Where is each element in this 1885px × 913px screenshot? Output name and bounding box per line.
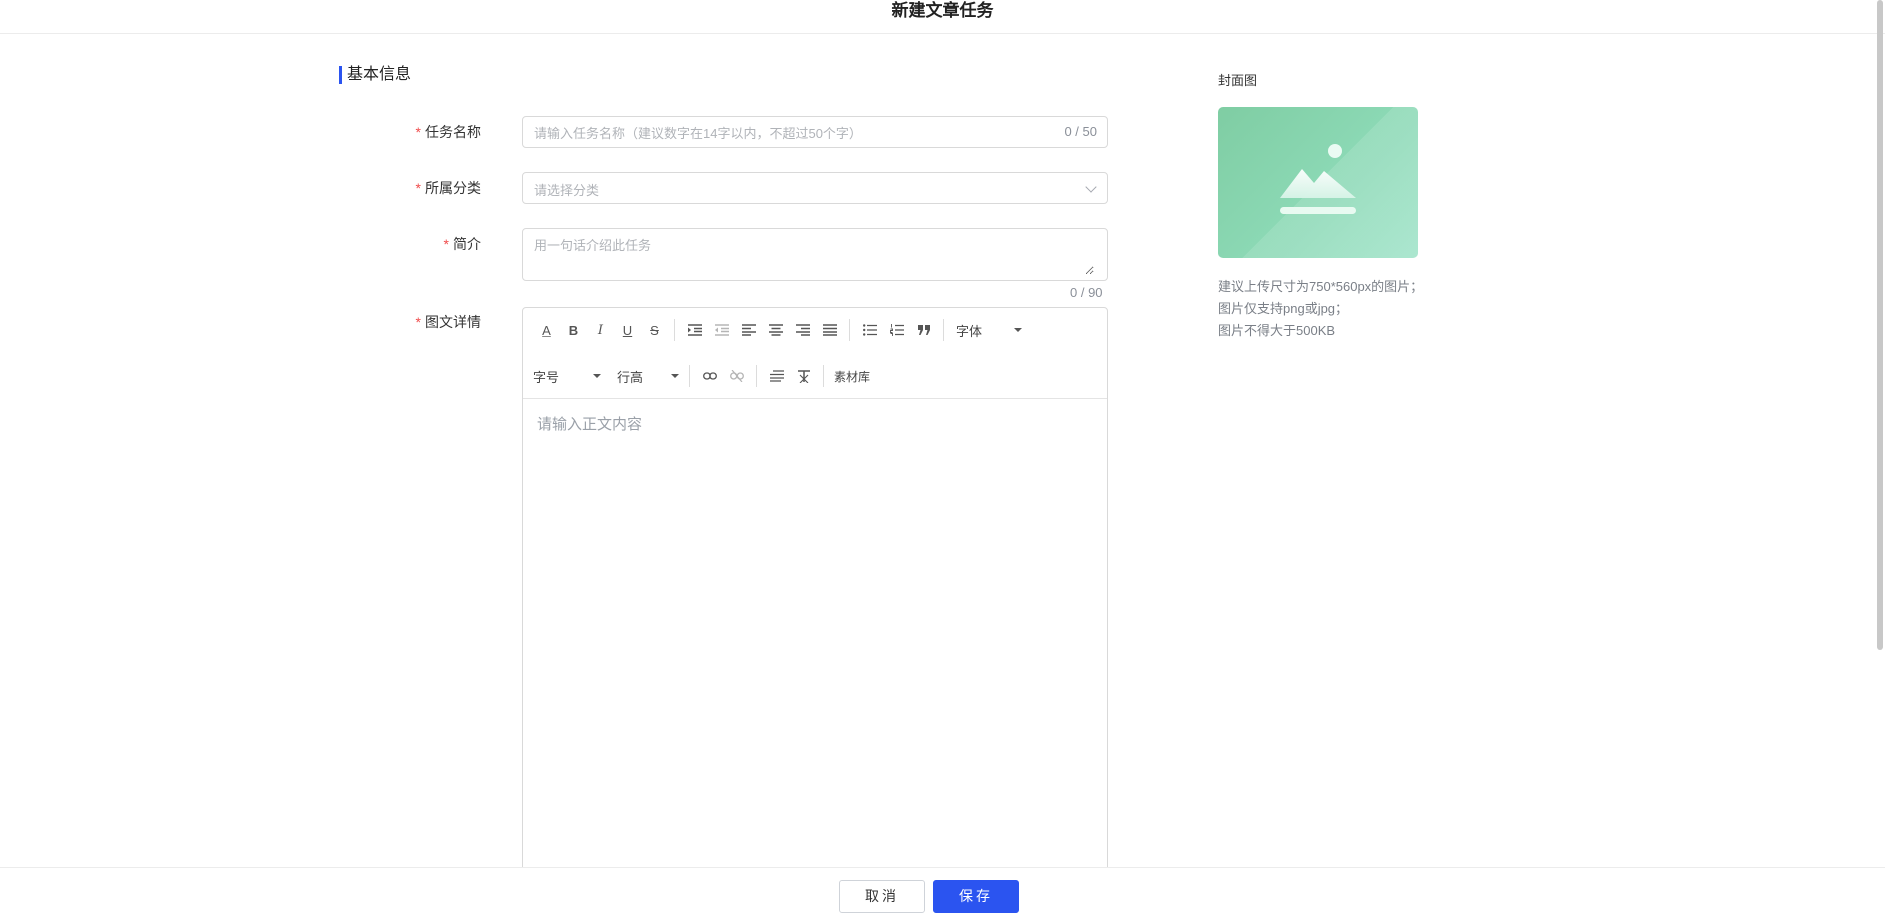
task-name-field[interactable]: 0 / 50 [522,116,1108,148]
caret-down-icon [593,374,601,378]
required-mark: * [415,124,421,140]
cancel-button[interactable]: 取消 [839,880,925,913]
bullet-list-icon[interactable] [856,318,883,342]
task-name-label-text: 任务名称 [425,124,481,140]
material-library-button[interactable]: 素材库 [830,368,874,385]
intro-label-text: 简介 [453,236,481,252]
page-title: 新建文章任务 [0,0,1885,34]
caret-down-icon [1014,328,1022,332]
underline-icon[interactable]: U [614,318,641,342]
bold-icon[interactable]: B [560,318,587,342]
toolbar-divider [823,365,824,387]
align-left-icon[interactable] [735,318,762,342]
editor-content-placeholder: 请输入正文内容 [537,416,643,433]
paragraph-format-icon[interactable] [763,364,790,388]
category-placeholder: 请选择分类 [534,183,600,198]
align-justify-icon[interactable] [816,318,843,342]
task-name-label: * 任务名称 [341,123,481,141]
toolbar-divider [943,319,944,341]
category-label: * 所属分类 [341,179,481,197]
category-label-text: 所属分类 [425,180,481,196]
intro-textarea[interactable] [534,235,1094,275]
toolbar-divider [849,319,850,341]
cover-hint-size: 建议上传尺寸为750*560px的图片； [1218,279,1424,294]
intro-field[interactable] [522,228,1108,281]
save-button[interactable]: 保存 [933,880,1019,913]
strikethrough-icon[interactable]: S [641,318,668,342]
cover-hints: 建议上传尺寸为750*560px的图片； 图片仅支持png或jpg； 图片不得大… [1218,276,1423,342]
toolbar-divider [674,319,675,341]
content-label-text: 图文详情 [425,314,481,330]
intro-label: * 简介 [341,235,481,253]
toolbar-divider [689,365,690,387]
link-icon[interactable] [696,364,723,388]
category-select[interactable]: 请选择分类 [522,172,1108,204]
font-family-select[interactable]: 字体 [950,318,1026,342]
quote-icon[interactable] [910,318,937,342]
clear-format-icon[interactable] [790,364,817,388]
font-size-select[interactable]: 字号 [533,364,605,388]
rich-text-editor[interactable]: A B I U S 字体 字号 行高 素材库 请输入正文内容 [522,307,1108,913]
outdent-icon[interactable] [708,318,735,342]
ordered-list-icon[interactable] [883,318,910,342]
toolbar-row-1: A B I U S 字体 [533,318,1026,342]
align-right-icon[interactable] [789,318,816,342]
caret-down-icon [671,374,679,378]
italic-icon[interactable]: I [587,318,614,342]
unlink-icon[interactable] [723,364,750,388]
editor-toolbar: A B I U S 字体 字号 行高 素材库 [523,308,1107,399]
required-mark: * [443,236,449,252]
task-name-input[interactable] [534,124,1034,142]
toolbar-divider [756,365,757,387]
toolbar-row-2: 字号 行高 素材库 [533,364,874,388]
section-title: 基本信息 [339,66,411,84]
image-placeholder-icon [1280,144,1356,214]
line-height-select[interactable]: 行高 [605,364,683,388]
cover-label: 封面图 [1218,73,1258,88]
required-mark: * [415,314,421,330]
cover-hint-format: 图片仅支持png或jpg； [1218,301,1349,316]
indent-icon[interactable] [681,318,708,342]
cover-upload[interactable] [1218,107,1418,258]
page-scrollbar[interactable] [1877,0,1883,650]
content-label: * 图文详情 [341,313,481,331]
align-center-icon[interactable] [762,318,789,342]
required-mark: * [415,180,421,196]
intro-count: 0 / 90 [1070,285,1103,300]
font-color-icon[interactable]: A [533,318,560,342]
cover-hint-filesize: 图片不得大于500KB [1218,323,1336,338]
task-name-count: 0 / 50 [1064,124,1097,139]
footer-bar: 取消 保存 [0,867,1885,913]
chevron-down-icon [1085,181,1097,193]
